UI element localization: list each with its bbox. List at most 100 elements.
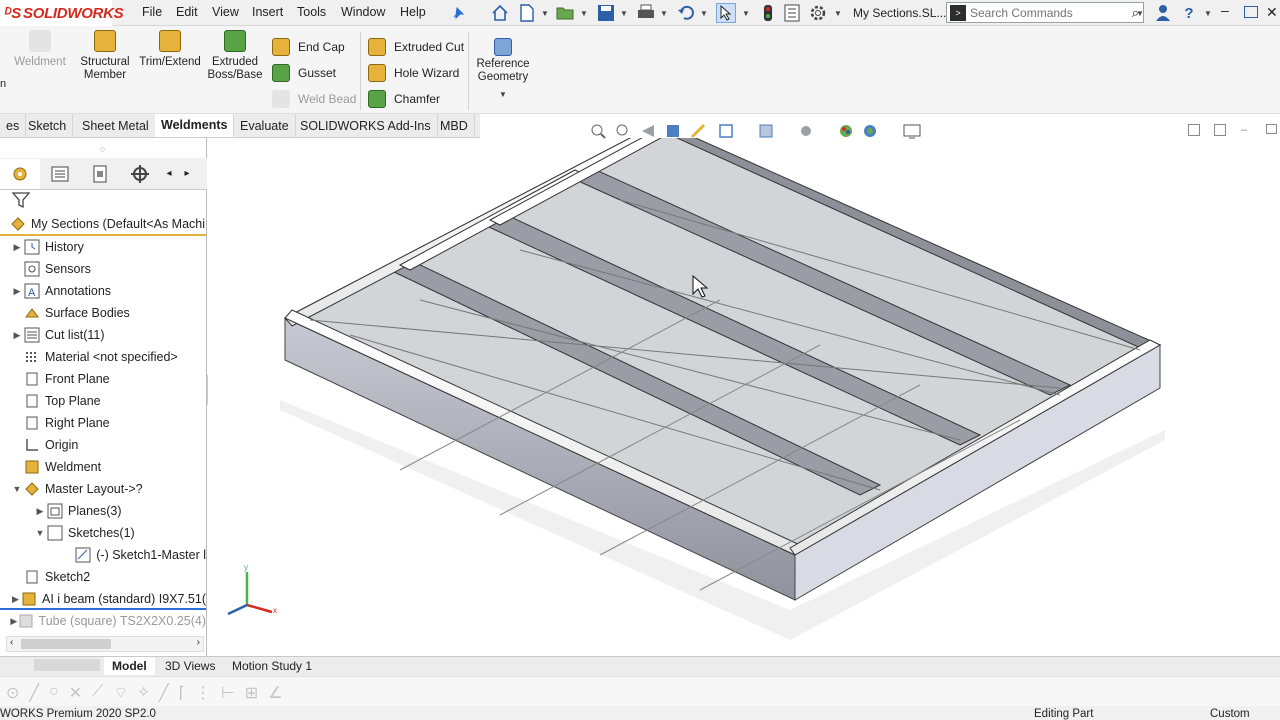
- menu-file[interactable]: File: [142, 5, 162, 19]
- tree-item-i-beam[interactable]: ▶ AI i beam (standard) I9X7.51(: [10, 588, 206, 610]
- expand-arrow-icon[interactable]: ▶: [10, 242, 24, 253]
- tree-item-sketches[interactable]: ▼ Sketches(1): [33, 522, 135, 544]
- weldment-button[interactable]: Weldment: [10, 30, 70, 69]
- expand-arrow-icon[interactable]: ▶: [33, 506, 47, 517]
- mirror-icon[interactable]: ⋮: [195, 683, 211, 703]
- tab-evaluate[interactable]: Evaluate: [234, 114, 296, 137]
- help-icon[interactable]: ?: [1179, 3, 1199, 23]
- status-units[interactable]: Custom: [1210, 708, 1250, 720]
- angle-icon[interactable]: ∠: [268, 683, 282, 703]
- trim-icon[interactable]: ✕: [69, 683, 82, 703]
- tree-item-sketch1[interactable]: (-) Sketch1-Master l: [66, 544, 206, 566]
- hole-wizard-button[interactable]: Hole Wizard: [368, 62, 459, 84]
- expand-arrow-icon[interactable]: ▶: [10, 594, 21, 605]
- tree-root[interactable]: My Sections (Default<As Machi: [10, 213, 206, 235]
- user-account-icon[interactable]: [1153, 3, 1173, 23]
- tab-mbd[interactable]: MBD: [434, 114, 475, 137]
- graphics-area[interactable]: y x: [208, 121, 1280, 656]
- home-icon[interactable]: [490, 3, 510, 23]
- line-icon[interactable]: ╱: [29, 683, 39, 703]
- hide-show-items-icon[interactable]: [798, 123, 816, 141]
- collapse-arrow-icon[interactable]: ▼: [33, 528, 47, 538]
- tree-item-weldment[interactable]: Weldment: [10, 456, 101, 478]
- menu-tools[interactable]: Tools: [297, 5, 326, 19]
- edit-appearance-icon[interactable]: [838, 123, 856, 141]
- tree-item-cut-list[interactable]: ▶ Cut list(11): [10, 324, 105, 346]
- offset-icon[interactable]: ╱: [159, 683, 169, 703]
- view-orientation-icon[interactable]: [718, 123, 736, 141]
- options-gear-icon[interactable]: [808, 3, 828, 23]
- tree-item-planes[interactable]: ▶ Planes(3): [33, 500, 122, 522]
- tab-addins[interactable]: SOLIDWORKS Add-Ins: [294, 114, 438, 137]
- tab-3d-views[interactable]: 3D Views: [157, 657, 223, 675]
- chevron-down-icon[interactable]: ▼: [580, 9, 588, 18]
- chevron-left-icon[interactable]: ◂: [160, 168, 178, 179]
- section-view-icon[interactable]: [665, 123, 683, 141]
- trim-extend-button[interactable]: Trim/Extend: [138, 30, 202, 69]
- filter-icon[interactable]: [11, 191, 31, 211]
- circle-icon[interactable]: ○: [49, 683, 59, 703]
- new-document-icon[interactable]: [517, 3, 537, 23]
- smart-dimension-icon[interactable]: ⌔: [113, 683, 128, 703]
- search-input[interactable]: [970, 5, 1110, 20]
- chevron-down-icon[interactable]: ▼: [1204, 9, 1212, 18]
- chevron-down-icon[interactable]: ▼: [1136, 9, 1144, 18]
- tree-item-history[interactable]: ▶ History: [10, 236, 84, 258]
- tab-sketch[interactable]: Sketch: [22, 114, 74, 137]
- tree-item-front-plane[interactable]: Front Plane: [10, 368, 110, 390]
- chevron-left-icon[interactable]: ‹: [10, 637, 13, 648]
- menu-help[interactable]: Help: [400, 5, 426, 19]
- rebuild-icon[interactable]: [758, 3, 778, 23]
- print-icon[interactable]: [636, 3, 656, 23]
- zoom-fit-icon[interactable]: [590, 123, 608, 141]
- linear-pattern-icon[interactable]: ⊢: [221, 683, 235, 703]
- restore-icon[interactable]: [1244, 6, 1258, 18]
- tree-item-tube[interactable]: ▶ Tube (square) TS2X2X0.25(4): [10, 610, 206, 632]
- extend-icon[interactable]: ⟋: [92, 683, 103, 703]
- solidworks-logo[interactable]: ᴰS SOLIDWORKS: [0, 0, 124, 26]
- relation-icon[interactable]: ⟡: [138, 683, 149, 703]
- chevron-down-icon[interactable]: ▼: [834, 9, 842, 18]
- chevron-down-icon[interactable]: ▼: [541, 9, 549, 18]
- tree-item-top-plane[interactable]: Top Plane: [10, 390, 101, 412]
- minimize-view-icon[interactable]: –: [1241, 124, 1247, 136]
- apply-scene-icon[interactable]: [862, 123, 880, 141]
- tree-item-surface-bodies[interactable]: Surface Bodies: [10, 302, 130, 324]
- search-commands[interactable]: > ⌕: [946, 2, 1144, 23]
- collapse-arrow-icon[interactable]: ▼: [10, 484, 24, 494]
- pin-icon[interactable]: [448, 3, 468, 23]
- reference-geometry-button[interactable]: Reference Geometry ▼: [474, 38, 532, 101]
- save-icon[interactable]: [596, 3, 616, 23]
- end-cap-button[interactable]: End Cap: [272, 36, 345, 58]
- menu-insert[interactable]: Insert: [252, 5, 283, 19]
- open-folder-icon[interactable]: [556, 3, 576, 23]
- select-arrow-icon[interactable]: [716, 3, 736, 23]
- tree-item-sketch2[interactable]: Sketch2: [10, 566, 90, 588]
- panel-grip[interactable]: ○: [100, 144, 105, 154]
- dynamic-annotation-icon[interactable]: [690, 123, 708, 141]
- gusset-button[interactable]: Gusset: [272, 62, 336, 84]
- tree-item-sensors[interactable]: Sensors: [10, 258, 91, 280]
- tree-item-origin[interactable]: Origin: [10, 434, 78, 456]
- tree-scrollbar[interactable]: ‹ ›: [6, 636, 204, 652]
- extruded-cut-button[interactable]: Extruded Cut: [368, 36, 464, 58]
- chevron-down-icon[interactable]: ▼: [474, 88, 532, 101]
- property-manager-tab-icon[interactable]: [40, 166, 80, 182]
- chevron-right-icon[interactable]: ›: [197, 637, 200, 648]
- point-icon[interactable]: ⊙: [6, 683, 19, 703]
- expand-arrow-icon[interactable]: ▶: [10, 286, 24, 297]
- tree-item-material[interactable]: Material <not specified>: [10, 346, 178, 368]
- previous-view-icon[interactable]: [640, 123, 658, 141]
- tab-scroll-buttons[interactable]: [34, 659, 100, 671]
- split-view-icon[interactable]: [1214, 124, 1226, 136]
- menu-edit[interactable]: Edit: [176, 5, 198, 19]
- close-icon[interactable]: ✕: [1266, 4, 1278, 21]
- rectangle-icon[interactable]: ⌈: [179, 683, 185, 703]
- file-properties-icon[interactable]: [782, 3, 802, 23]
- tree-item-annotations[interactable]: ▶ A Annotations: [10, 280, 111, 302]
- split-view-icon[interactable]: [1188, 124, 1200, 136]
- dimxpert-tab-icon[interactable]: [120, 164, 160, 183]
- structural-member-button[interactable]: Structural Member: [76, 30, 134, 82]
- tab-weldments[interactable]: Weldments: [155, 114, 235, 137]
- grid-icon[interactable]: ⊞: [245, 683, 258, 703]
